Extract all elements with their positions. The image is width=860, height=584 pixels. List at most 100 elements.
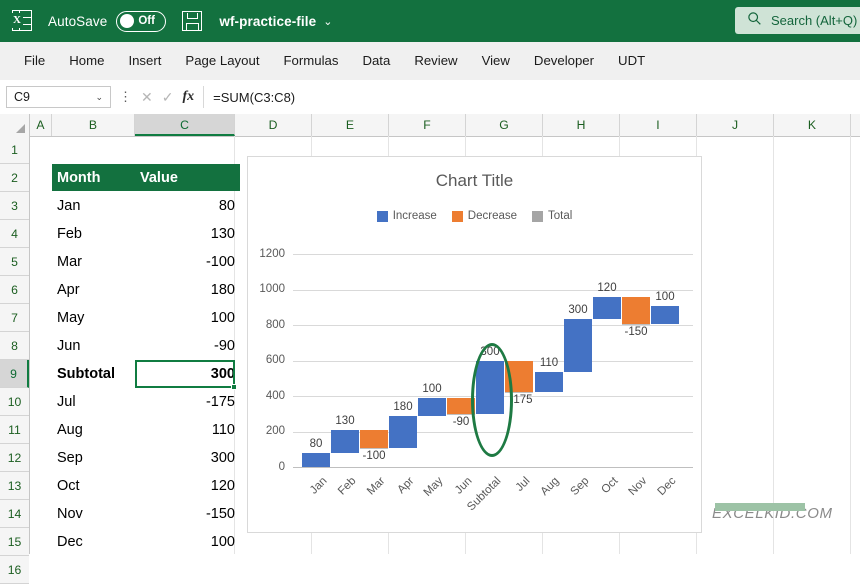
row-header-10[interactable]: 10: [0, 388, 29, 416]
cell-B5[interactable]: Mar: [52, 248, 140, 276]
cell-B8[interactable]: Jun: [52, 332, 140, 360]
row-header-7[interactable]: 7: [0, 304, 29, 332]
col-header-k[interactable]: K: [774, 114, 851, 136]
waterfall-chart[interactable]: Chart Title Increase Decrease Total 1200…: [247, 156, 702, 533]
cancel-x-icon[interactable]: ✕: [141, 89, 153, 106]
cell-B6[interactable]: Apr: [52, 276, 140, 304]
cell-C10[interactable]: -175: [135, 388, 240, 416]
col-header-g[interactable]: G: [466, 114, 543, 136]
row-header-2[interactable]: 2: [0, 164, 29, 192]
tab-home[interactable]: Home: [57, 42, 116, 80]
cell-C3[interactable]: 80: [135, 192, 240, 220]
data-label-feb: 130: [335, 415, 355, 427]
bar-apr[interactable]: [389, 416, 417, 448]
col-header-c[interactable]: C: [135, 114, 235, 136]
save-icon[interactable]: [182, 11, 203, 31]
autosave-state: Off: [138, 15, 155, 27]
cell-B9-subtotal[interactable]: Subtotal: [52, 360, 140, 388]
file-name[interactable]: wf-practice-file: [219, 14, 316, 29]
col-header-h[interactable]: H: [543, 114, 620, 136]
name-box-value: C9: [14, 90, 30, 104]
drag-handle-dots[interactable]: ⋮: [119, 89, 132, 105]
row-header-16[interactable]: 16: [0, 556, 29, 584]
y-tick-1000: 1000: [259, 283, 285, 295]
axis-line-zero: [293, 467, 693, 468]
col-header-b[interactable]: B: [52, 114, 135, 136]
row-header-6[interactable]: 6: [0, 276, 29, 304]
cell-C13[interactable]: 120: [135, 472, 240, 500]
row-header-1[interactable]: 1: [0, 136, 29, 164]
col-header-d[interactable]: D: [235, 114, 312, 136]
chevron-down-icon[interactable]: ⌄: [323, 15, 332, 28]
data-label-apr: 180: [393, 401, 413, 413]
cell-C15[interactable]: 100: [135, 528, 240, 554]
chevron-down-icon[interactable]: ⌄: [95, 92, 103, 103]
col-header-e[interactable]: E: [312, 114, 389, 136]
cell-C9-subtotal[interactable]: 300: [135, 360, 240, 388]
row-header-13[interactable]: 13: [0, 472, 29, 500]
row-header-12[interactable]: 12: [0, 444, 29, 472]
row-header-15[interactable]: 15: [0, 528, 29, 556]
bar-jan[interactable]: [302, 453, 330, 467]
chart-plot-area: 1200 1000 800 600 400 200 0 80 130 -100 …: [248, 157, 703, 534]
toggle-knob: [120, 14, 135, 28]
tab-insert[interactable]: Insert: [116, 42, 173, 80]
search-placeholder: Search (Alt+Q): [771, 13, 858, 28]
y-tick-400: 400: [265, 390, 285, 402]
row-header-3[interactable]: 3: [0, 192, 29, 220]
tab-file[interactable]: File: [12, 42, 57, 80]
cell-B4[interactable]: Feb: [52, 220, 140, 248]
cell-B13[interactable]: Oct: [52, 472, 140, 500]
row-header-8[interactable]: 8: [0, 332, 29, 360]
autosave-toggle[interactable]: Off: [116, 10, 167, 32]
row-header-14[interactable]: 14: [0, 500, 29, 528]
gridline-1000: [293, 290, 693, 291]
cell-C4[interactable]: 130: [135, 220, 240, 248]
row-header-5[interactable]: 5: [0, 248, 29, 276]
bar-dec[interactable]: [651, 306, 679, 324]
tab-formulas[interactable]: Formulas: [271, 42, 350, 80]
row-header-9[interactable]: 9: [0, 360, 29, 388]
tab-review[interactable]: Review: [402, 42, 469, 80]
cell-C7[interactable]: 100: [135, 304, 240, 332]
col-header-a[interactable]: A: [30, 114, 52, 136]
enter-check-icon[interactable]: ✓: [162, 89, 174, 106]
data-label-may: 100: [422, 383, 442, 395]
cell-C14[interactable]: -150: [135, 500, 240, 528]
cell-B10[interactable]: Jul: [52, 388, 140, 416]
bar-mar[interactable]: [360, 430, 388, 448]
tab-view[interactable]: View: [470, 42, 522, 80]
ribbon-tabs: File Home Insert Page Layout Formulas Da…: [0, 42, 860, 80]
cell-C12[interactable]: 300: [135, 444, 240, 472]
select-all-corner[interactable]: [0, 114, 30, 136]
row-header-4[interactable]: 4: [0, 220, 29, 248]
name-box[interactable]: C9 ⌄: [6, 86, 111, 108]
tab-data[interactable]: Data: [350, 42, 402, 80]
col-header-j[interactable]: J: [697, 114, 774, 136]
bar-aug[interactable]: [535, 372, 563, 392]
col-header-i[interactable]: I: [620, 114, 697, 136]
fx-icon[interactable]: fx: [182, 89, 194, 105]
row-header-11[interactable]: 11: [0, 416, 29, 444]
cell-B15[interactable]: Dec: [52, 528, 140, 554]
cell-B2-month-header[interactable]: Month: [52, 164, 140, 191]
cell-B14[interactable]: Nov: [52, 500, 140, 528]
cell-B7[interactable]: May: [52, 304, 140, 332]
cell-C2-value-header[interactable]: Value: [135, 164, 240, 191]
cell-C8[interactable]: -90: [135, 332, 240, 360]
cell-C5[interactable]: -100: [135, 248, 240, 276]
cell-B3[interactable]: Jan: [52, 192, 140, 220]
cell-C6[interactable]: 180: [135, 276, 240, 304]
cell-C11[interactable]: 110: [135, 416, 240, 444]
cell-B11[interactable]: Aug: [52, 416, 140, 444]
tab-udt[interactable]: UDT: [606, 42, 657, 80]
gridline-1200: [293, 254, 693, 255]
col-header-f[interactable]: F: [389, 114, 466, 136]
search-box[interactable]: Search (Alt+Q): [735, 7, 860, 34]
y-tick-1200: 1200: [259, 248, 285, 260]
formula-input[interactable]: =SUM(C3:C8): [203, 86, 860, 108]
cell-B12[interactable]: Sep: [52, 444, 140, 472]
tab-page-layout[interactable]: Page Layout: [173, 42, 271, 80]
excel-window: X AutoSave Off wf-practice-file ⌄ Search…: [0, 0, 860, 584]
tab-developer[interactable]: Developer: [522, 42, 606, 80]
